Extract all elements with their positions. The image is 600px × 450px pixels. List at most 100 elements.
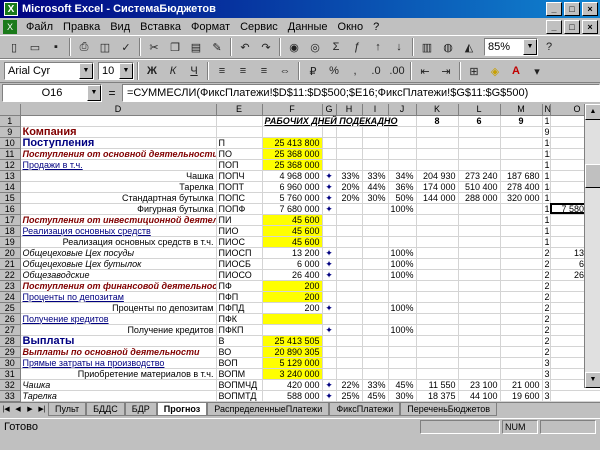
zoom-select[interactable]: 85% ▼ xyxy=(484,38,538,56)
scroll-up-icon[interactable]: ▲ xyxy=(585,104,600,120)
cell-i[interactable] xyxy=(362,346,389,358)
cell-f[interactable]: 45 600 xyxy=(262,225,323,237)
cell-d[interactable]: Поступления от инвестиционной деятельнос… xyxy=(20,214,217,226)
cell-k[interactable] xyxy=(416,126,459,138)
cell-k[interactable] xyxy=(416,203,459,215)
cell-e[interactable]: ПОПЧ xyxy=(216,170,263,182)
next-sheet-icon[interactable]: ▶ xyxy=(24,404,36,416)
cell-d[interactable]: Общецеховые Цех бутылок xyxy=(20,258,217,270)
cell-l[interactable]: 23 100 xyxy=(458,379,501,391)
decrease-decimal-icon[interactable]: .00 xyxy=(387,61,407,81)
cell-e[interactable]: ПОПФ xyxy=(216,203,263,215)
cell-l[interactable] xyxy=(458,236,501,248)
merge-center-icon[interactable]: ⇔ xyxy=(275,61,295,81)
doc-minimize-button[interactable]: _ xyxy=(546,20,562,34)
cell-h[interactable] xyxy=(336,368,363,380)
cell-m[interactable] xyxy=(500,148,543,160)
cell-k[interactable] xyxy=(416,335,459,347)
cell-m[interactable] xyxy=(500,159,543,171)
workbook-icon[interactable]: X xyxy=(3,19,17,34)
cell-g[interactable] xyxy=(322,368,337,380)
menu-help[interactable]: ? xyxy=(368,21,384,33)
cell-f[interactable]: 200 xyxy=(262,291,323,303)
cell-n[interactable]: 14 xyxy=(542,181,551,193)
cell-h[interactable] xyxy=(336,324,363,336)
cell-d[interactable]: Стандартная бутылка xyxy=(20,192,217,204)
cell-d[interactable]: Прямые затраты на производство xyxy=(20,357,217,369)
cell-n[interactable]: 30 xyxy=(542,357,551,369)
cell-m[interactable]: 19 600 xyxy=(500,390,543,402)
cell-h[interactable] xyxy=(336,313,363,325)
cell-i[interactable] xyxy=(362,137,389,149)
cell-n[interactable]: 20 xyxy=(542,247,551,259)
cell-m[interactable]: 320 000 xyxy=(500,192,543,204)
cell-j[interactable] xyxy=(388,368,417,380)
cell-l[interactable]: 6 xyxy=(458,115,501,127)
cell-n[interactable]: 31 xyxy=(542,368,551,380)
cell-k[interactable]: 11 550 xyxy=(416,379,459,391)
cell-f[interactable]: 5 129 000 xyxy=(262,357,323,369)
cell-o[interactable] xyxy=(550,390,600,402)
cell-i[interactable] xyxy=(362,302,389,314)
row-header[interactable]: 23 xyxy=(0,280,21,292)
cell-h[interactable]: 33% xyxy=(336,170,363,182)
cell-g[interactable] xyxy=(322,280,337,292)
row-header[interactable]: 25 xyxy=(0,302,21,314)
cell-m[interactable] xyxy=(500,357,543,369)
comma-style-icon[interactable]: , xyxy=(345,61,365,81)
cell-i[interactable]: 33% xyxy=(362,379,389,391)
cell-i[interactable] xyxy=(362,335,389,347)
cell-i[interactable] xyxy=(362,159,389,171)
cell-j[interactable] xyxy=(388,280,417,292)
cell-g[interactable]: ✦ xyxy=(322,203,337,215)
cell-d[interactable]: Чашка xyxy=(20,170,217,182)
cell-e[interactable] xyxy=(216,115,263,127)
font-select[interactable]: Arial Cyr ▼ xyxy=(4,62,94,80)
cell-l[interactable] xyxy=(458,280,501,292)
cell-e[interactable]: ВОПМЧД xyxy=(216,379,263,391)
cell-m[interactable] xyxy=(500,269,543,281)
cell-h[interactable] xyxy=(336,346,363,358)
row-header[interactable]: 17 xyxy=(0,214,21,226)
cell-n[interactable]: 18 xyxy=(542,225,551,237)
cell-i[interactable] xyxy=(362,313,389,325)
cell-f[interactable] xyxy=(262,313,323,325)
map-icon[interactable]: ◍ xyxy=(438,37,458,57)
cell-n[interactable]: 16 xyxy=(542,203,551,215)
cell-j[interactable]: 100% xyxy=(388,269,417,281)
format-painter-icon[interactable]: ✎ xyxy=(207,37,227,57)
cell-k[interactable] xyxy=(416,214,459,226)
cell-f[interactable]: 45 600 xyxy=(262,214,323,226)
new-icon[interactable]: ▯ xyxy=(4,37,24,57)
cell-n[interactable]: 25 xyxy=(542,302,551,314)
cell-l[interactable] xyxy=(458,291,501,303)
cell-k[interactable]: 204 930 xyxy=(416,170,459,182)
toolbar-extra-icon[interactable]: ▾ xyxy=(527,61,547,81)
cell-h[interactable] xyxy=(336,247,363,259)
column-header[interactable]: L xyxy=(458,104,501,116)
cell-n[interactable]: 9 xyxy=(542,126,551,138)
cell-n[interactable]: 32 xyxy=(542,379,551,391)
cell-m[interactable] xyxy=(500,335,543,347)
cell-f[interactable]: 13 200 xyxy=(262,247,323,259)
cell-f[interactable]: 200 xyxy=(262,280,323,292)
cell-g[interactable]: ✦ xyxy=(322,170,337,182)
cell-m[interactable] xyxy=(500,302,543,314)
cell-i[interactable]: 30% xyxy=(362,192,389,204)
cell-e[interactable]: ПИОСП xyxy=(216,247,263,259)
row-header[interactable]: 1 xyxy=(0,115,21,127)
cell-j[interactable] xyxy=(388,346,417,358)
cell-f[interactable]: 3 240 000 xyxy=(262,368,323,380)
cell-l[interactable] xyxy=(458,126,501,138)
cell-i[interactable] xyxy=(362,258,389,270)
row-header[interactable]: 26 xyxy=(0,313,21,325)
cell-i[interactable] xyxy=(362,291,389,303)
column-header[interactable]: D xyxy=(20,104,217,116)
cell-j[interactable]: 100% xyxy=(388,203,417,215)
cell-d[interactable]: Выплаты по основной деятельности xyxy=(20,346,217,358)
cell-f[interactable]: 5 760 000 xyxy=(262,192,323,204)
cell-n[interactable]: 22 xyxy=(542,269,551,281)
cell-g[interactable] xyxy=(322,236,337,248)
sort-desc-icon[interactable]: ↓ xyxy=(389,37,409,57)
cell-e[interactable]: ПИО xyxy=(216,225,263,237)
